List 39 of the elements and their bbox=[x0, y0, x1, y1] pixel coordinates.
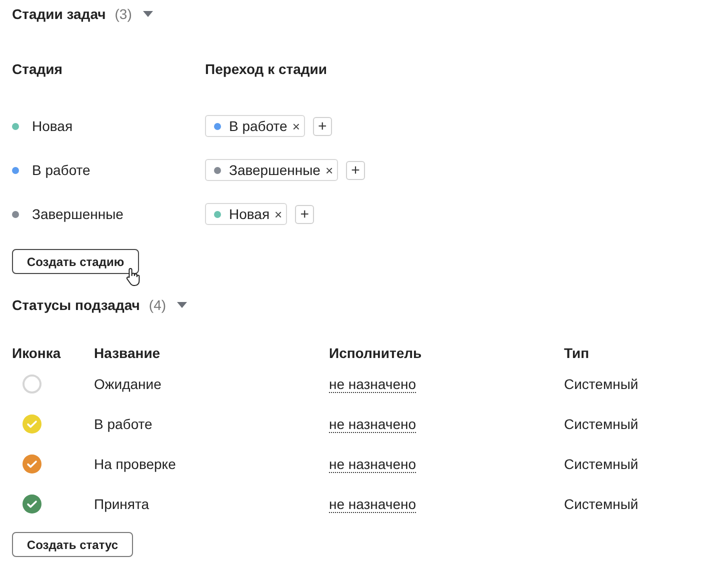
column-header: Тип bbox=[564, 345, 590, 361]
status-type: Системный bbox=[564, 376, 640, 392]
caret-icon[interactable] bbox=[177, 302, 188, 308]
create-stage-button[interactable]: Создать стадию bbox=[12, 249, 139, 274]
stage-name: Завершенные bbox=[32, 206, 124, 222]
remove-button[interactable]: × bbox=[287, 118, 300, 134]
stage-name: В работе bbox=[32, 162, 90, 178]
status-type: Системный bbox=[564, 456, 640, 472]
assignee-link[interactable]: не назначено bbox=[329, 456, 416, 473]
add-button[interactable]: + bbox=[346, 160, 366, 180]
count: (4) bbox=[148, 297, 166, 313]
column-header: Переход к стадии bbox=[205, 61, 328, 77]
assignee-link[interactable]: не назначено bbox=[329, 416, 416, 433]
column-header: Название bbox=[94, 345, 162, 361]
status-name: Принята bbox=[94, 496, 150, 512]
add-button[interactable]: + bbox=[295, 204, 314, 224]
remove-button[interactable]: × bbox=[320, 162, 334, 178]
add-button[interactable]: + bbox=[312, 116, 332, 136]
section-title: Стадии задач bbox=[12, 6, 106, 22]
status-type: Системный bbox=[564, 496, 640, 512]
create-status-button[interactable]: Создать статус bbox=[12, 532, 133, 557]
stage-name: Новая bbox=[32, 118, 73, 134]
count: (3) bbox=[114, 6, 132, 22]
status-name: В работе bbox=[94, 416, 154, 432]
assignee-link[interactable]: не назначено bbox=[329, 376, 416, 393]
column-header: Стадия bbox=[12, 61, 64, 77]
pointer-cursor-icon bbox=[126, 267, 142, 287]
column-header: Иконка bbox=[12, 345, 62, 361]
column-header: Исполнитель bbox=[329, 345, 423, 361]
status-name: На проверке bbox=[94, 456, 177, 472]
assignee-link[interactable]: не назначено bbox=[329, 496, 416, 513]
tag-label: Завершенные bbox=[229, 162, 320, 178]
tag-label: Новая bbox=[229, 206, 270, 222]
status-name: Ожидание bbox=[94, 376, 162, 392]
tag-label: В работе bbox=[229, 118, 288, 134]
section-title: Статусы подзадач bbox=[12, 297, 140, 313]
status-type: Системный bbox=[564, 416, 640, 432]
remove-button[interactable]: × bbox=[270, 206, 282, 222]
caret-icon[interactable] bbox=[142, 11, 153, 17]
